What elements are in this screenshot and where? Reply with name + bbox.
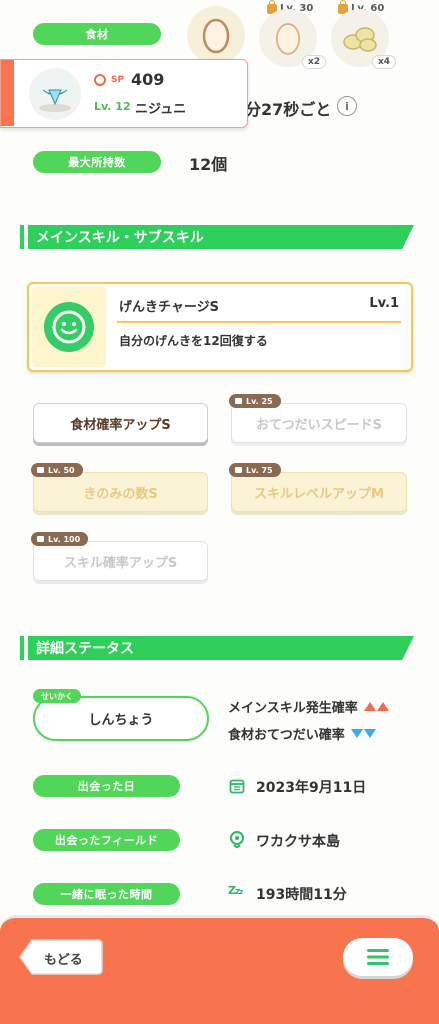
sub-skill-1[interactable]: 食材確率アップS xyxy=(33,403,208,443)
hamburger-menu-icon xyxy=(367,949,389,965)
met-field-value: ワカクサ本島 xyxy=(256,834,340,850)
back-button-label: もどる xyxy=(44,953,83,968)
skills-section-header: メインスキル・サブスキル xyxy=(20,225,414,249)
card-accent-bar xyxy=(1,60,14,126)
sp-value: 409 xyxy=(131,70,165,89)
help-interval-value: 分27秒ごと xyxy=(245,100,332,119)
ingredients-label: 食材 xyxy=(33,23,161,45)
soybeans-icon xyxy=(343,27,377,52)
lock-icon xyxy=(235,398,242,404)
sub-skill-3-level-badge: Lv. 50 xyxy=(31,463,83,477)
lock-icon xyxy=(235,467,242,473)
sub-skill-5-level-badge: Lv. 100 xyxy=(31,532,89,546)
effect-down-label: 食材おてつだい確率 xyxy=(228,728,345,743)
pokemon-card[interactable]: SP 409 Lv. 12 ニジュニ xyxy=(0,59,248,128)
egg-icon xyxy=(275,23,301,55)
main-skill-card[interactable]: げんきチャージS Lv.1 自分のげんきを12回復する xyxy=(27,282,413,372)
details-section-header: 詳細ステータス xyxy=(20,636,414,660)
calendar-icon xyxy=(229,778,245,798)
ingredient-slot-2-multiplier: x2 xyxy=(302,55,327,69)
sub-skill-5[interactable]: スキル確率アップS xyxy=(33,541,208,581)
ingredient-slot-3-multiplier: x4 xyxy=(372,55,397,69)
met-date-label: 出会った日 xyxy=(33,775,180,797)
met-field-label: 出会ったフィールド xyxy=(33,829,180,851)
info-icon[interactable]: i xyxy=(337,96,357,116)
menu-button[interactable] xyxy=(343,938,413,976)
sub-skill-2[interactable]: おてつだいスピードS xyxy=(231,403,407,443)
sub-skill-4[interactable]: スキルレベルアップM xyxy=(231,472,407,512)
pokemon-name: ニジュニ xyxy=(135,102,187,117)
sub-skill-2-level-badge: Lv. 25 xyxy=(229,394,281,408)
sp-icon xyxy=(94,74,106,86)
main-skill-divider xyxy=(117,321,401,323)
egg-icon xyxy=(202,18,230,54)
skills-section-title: メインスキル・サブスキル xyxy=(36,230,204,246)
ingredient-slot-1[interactable] xyxy=(187,6,245,64)
sub-skill-3[interactable]: きのみの数S xyxy=(33,472,208,512)
main-skill-level: Lv.1 xyxy=(369,296,399,311)
pokemon-level: Lv. 12 xyxy=(94,100,131,113)
nature-effect-down: 食材おてつだい確率 xyxy=(228,724,376,743)
sleep-zzz-icon: Zzz xyxy=(228,884,243,897)
nature-effect-up: メインスキル発生確率 xyxy=(228,697,389,716)
sleep-time-value: 193時間11分 xyxy=(256,887,347,903)
nature-value: しんちょう xyxy=(88,713,154,728)
met-date-value: 2023年9月11日 xyxy=(256,780,367,796)
nature-tag: せいかく xyxy=(33,689,81,703)
up-arrows-icon xyxy=(363,702,389,711)
main-skill-name: げんきチャージS xyxy=(119,300,219,315)
effect-up-label: メインスキル発生確率 xyxy=(228,701,358,716)
max-carry-value: 12個 xyxy=(189,155,228,174)
sleep-time-label: 一緒に眠った時間 xyxy=(33,883,180,905)
lock-icon xyxy=(37,536,44,542)
map-pin-icon xyxy=(229,831,245,853)
smiley-icon xyxy=(44,302,94,352)
down-arrows-icon xyxy=(350,729,376,738)
max-carry-label: 最大所持数 xyxy=(33,151,161,173)
sub-skill-4-level-badge: Lv. 75 xyxy=(229,463,281,477)
main-skill-icon-area xyxy=(32,287,106,367)
sp-label: SP xyxy=(111,75,125,85)
main-skill-description: 自分のげんきを12回復する xyxy=(119,334,268,348)
back-button[interactable]: もどる xyxy=(18,938,104,976)
pokemon-avatar xyxy=(29,68,81,120)
lock-icon xyxy=(37,467,44,473)
details-section-title: 詳細ステータス xyxy=(36,641,134,657)
